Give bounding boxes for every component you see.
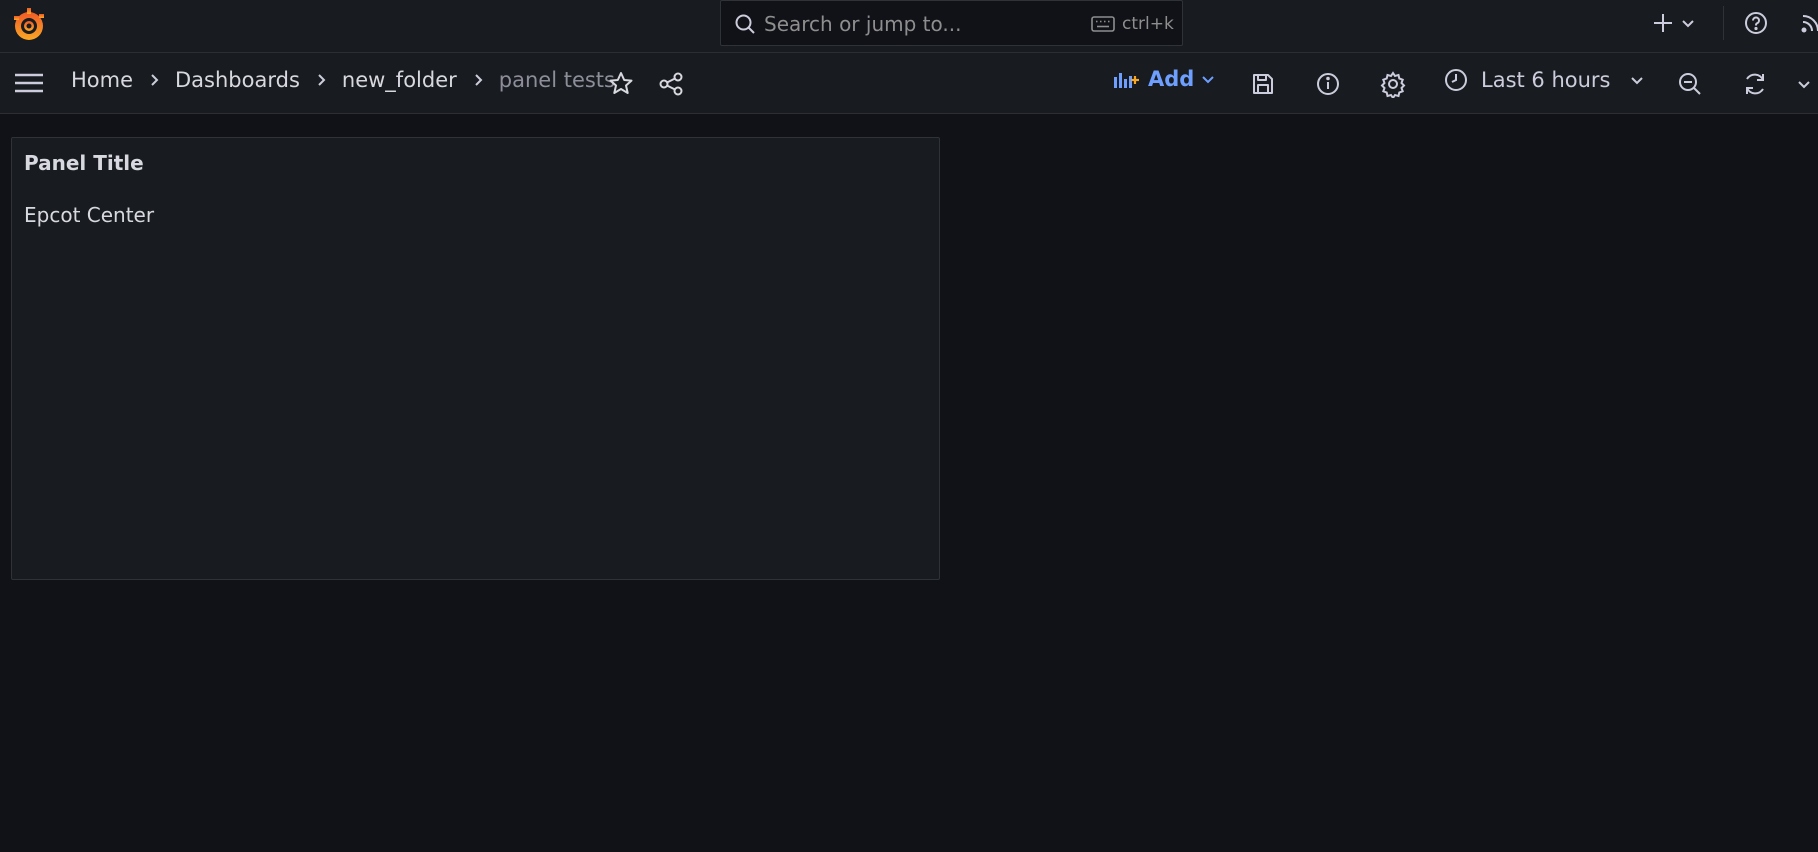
- panel-title[interactable]: Panel Title: [24, 151, 144, 175]
- add-button[interactable]: Add: [1112, 67, 1216, 91]
- grafana-logo-icon[interactable]: [10, 6, 48, 44]
- panel-text-content: Epcot Center: [24, 203, 155, 227]
- breadcrumb: Home Dashboards new_folder panel tests: [71, 68, 615, 92]
- breadcrumb-dashboards[interactable]: Dashboards: [175, 68, 300, 92]
- chevron-right-icon: [309, 68, 333, 92]
- dashboard-nav-bar: Home Dashboards new_folder panel tests A…: [0, 53, 1818, 114]
- chevron-down-icon: [1629, 72, 1645, 88]
- chevron-right-icon: [142, 68, 166, 92]
- add-panel-icon: [1112, 67, 1140, 91]
- search-shortcut: ctrl+k: [1122, 14, 1174, 34]
- time-range-picker[interactable]: Last 6 hours: [1443, 67, 1645, 93]
- time-range-label: Last 6 hours: [1481, 68, 1611, 92]
- news-button[interactable]: [1800, 0, 1818, 46]
- breadcrumb-dashboard-title: panel tests: [498, 68, 615, 92]
- chevron-right-icon: [466, 68, 490, 92]
- breadcrumb-folder[interactable]: new_folder: [342, 68, 457, 92]
- rss-icon: [1800, 10, 1818, 36]
- clock-icon: [1443, 67, 1469, 93]
- hamburger-menu-icon[interactable]: [13, 69, 45, 97]
- save-icon[interactable]: [1249, 70, 1277, 98]
- share-icon[interactable]: [657, 70, 685, 98]
- help-icon: [1743, 10, 1769, 36]
- search-placeholder: Search or jump to...: [764, 12, 962, 36]
- star-icon[interactable]: [607, 70, 635, 98]
- chevron-down-icon: [1680, 15, 1696, 31]
- help-button[interactable]: [1743, 0, 1769, 46]
- keyboard-icon: [1091, 14, 1115, 34]
- search-icon: [733, 12, 757, 36]
- add-button-label: Add: [1148, 67, 1195, 91]
- chevron-down-icon: [1200, 71, 1216, 87]
- top-bar: Search or jump to... ctrl+k: [0, 0, 1818, 53]
- search-input[interactable]: Search or jump to... ctrl+k: [720, 0, 1183, 46]
- divider: [1723, 6, 1724, 40]
- plus-icon: [1650, 10, 1676, 36]
- gear-icon[interactable]: [1379, 70, 1407, 98]
- info-icon[interactable]: [1314, 70, 1342, 98]
- chevron-down-icon[interactable]: [1796, 76, 1812, 92]
- new-menu-button[interactable]: [1650, 0, 1696, 46]
- breadcrumb-home[interactable]: Home: [71, 68, 133, 92]
- dashboard-panel[interactable]: Panel Title Epcot Center: [11, 137, 940, 580]
- zoom-out-icon[interactable]: [1676, 70, 1704, 98]
- refresh-icon[interactable]: [1741, 70, 1769, 98]
